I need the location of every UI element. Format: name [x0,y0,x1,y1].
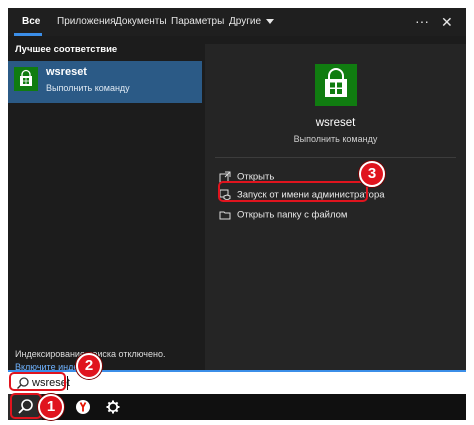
start-search-window: Все Приложения Документы Параметры Други… [8,8,466,420]
results-pane: Лучшее соответствие wsreset Выполнить ко… [8,36,202,372]
yandex-browser-icon[interactable] [68,394,98,420]
ellipsis-icon[interactable]: ··· [415,8,429,36]
taskbar [8,394,466,420]
tab-all[interactable]: Все [22,8,40,36]
tab-more-label: Другие [229,16,262,27]
preview-pane: wsreset Выполнить команду Открыть Запуск… [205,44,466,371]
tab-documents[interactable]: Документы [115,8,167,36]
open-file-location-label: Открыть папку с файлом [237,209,348,221]
search-input-highlight [9,372,66,391]
open-file-location-action[interactable]: Открыть папку с файлом [219,209,347,227]
best-match-name: wsreset [46,66,87,78]
chevron-down-icon [266,18,275,24]
search-box[interactable] [8,370,466,395]
best-match-result[interactable]: wsreset Выполнить команду [8,61,202,103]
tab-settings[interactable]: Параметры [171,8,224,36]
step-1-badge: 1 [38,394,64,420]
run-as-admin-highlight [218,181,368,202]
folder-icon [219,209,231,221]
step-3-badge: 3 [359,161,385,187]
preview-app-name: wsreset [315,117,356,129]
tab-more[interactable]: Другие [229,8,275,36]
text-cursor [67,376,68,390]
preview-app-type: Выполнить команду [293,134,378,144]
store-app-large-icon [315,64,357,106]
best-match-heading: Лучшее соответствие [15,44,118,55]
tab-apps[interactable]: Приложения [57,8,116,36]
settings-gear-icon[interactable] [98,394,128,420]
filter-tab-bar: Все Приложения Документы Параметры Други… [8,8,466,36]
close-icon[interactable]: ✕ [441,8,453,36]
step-2-badge: 2 [76,353,102,379]
best-match-type: Выполнить команду [46,83,130,93]
divider [215,157,456,158]
store-app-icon [14,67,38,91]
